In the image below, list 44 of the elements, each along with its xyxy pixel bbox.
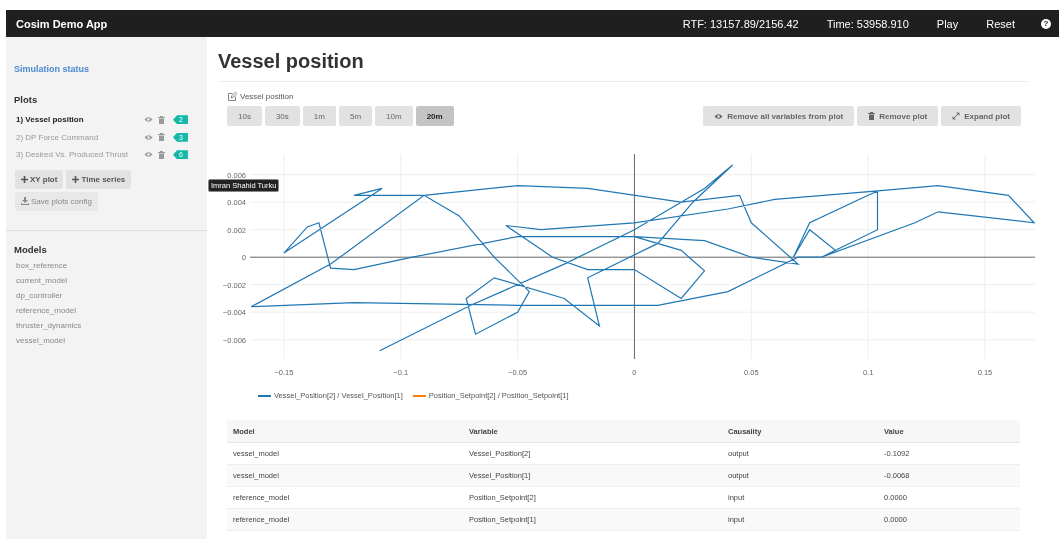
expand-icon: [952, 112, 961, 120]
eye-icon[interactable]: [144, 116, 153, 124]
model-item[interactable]: vessel_model: [6, 335, 207, 351]
time-range-button[interactable]: 5m: [338, 106, 373, 126]
model-item[interactable]: dp_controller: [6, 290, 207, 306]
time-readout: Time: 53958.910: [826, 17, 909, 30]
plot-name[interactable]: Vessel position: [240, 92, 294, 101]
plot-item[interactable]: 3) Desired Vs. Produced Thrust: [16, 150, 144, 160]
model-item[interactable]: reference_model: [6, 305, 207, 321]
time-range-button[interactable]: 20m: [415, 106, 454, 126]
nav-link[interactable]: Play: [936, 17, 959, 30]
model-item[interactable]: box_reference: [6, 260, 207, 276]
nav-link[interactable]: Reset: [986, 17, 1015, 30]
plot-item[interactable]: 2) DP Force Command: [16, 132, 144, 142]
trash-icon: [868, 112, 876, 120]
add-plot-button[interactable]: Time series: [66, 169, 132, 189]
plus-icon: [72, 175, 80, 183]
eye-icon[interactable]: [144, 133, 153, 141]
rtf-readout: RTF: 13157.89/2156.42: [682, 17, 799, 30]
time-range-button[interactable]: 10m: [375, 106, 413, 126]
edit-icon[interactable]: [228, 92, 237, 101]
add-plot-button[interactable]: XY plot: [15, 169, 64, 189]
plot-item[interactable]: 1) Vessel position: [16, 115, 144, 125]
trash-icon[interactable]: [158, 150, 165, 159]
model-item[interactable]: current_model: [6, 275, 207, 291]
time-range-button[interactable]: 1m: [302, 106, 336, 126]
plot-action-button[interactable]: Remove all variables from plot: [703, 106, 855, 126]
plot-action-button[interactable]: Expand plot: [941, 106, 1021, 126]
download-icon: [21, 197, 29, 205]
simulation-status-link[interactable]: Simulation status: [14, 64, 207, 74]
eye-icon[interactable]: [144, 151, 153, 159]
section-heading: Models: [14, 243, 48, 255]
trash-icon[interactable]: [158, 115, 165, 124]
plot-action-button[interactable]: Remove plot: [857, 106, 939, 126]
page-title: Vessel position: [218, 50, 1029, 82]
time-range-button[interactable]: 10s: [227, 106, 262, 126]
eye-icon: [714, 112, 724, 120]
model-item[interactable]: thruster_dynamics: [6, 320, 207, 336]
app-title: Cosim Demo App: [16, 17, 108, 30]
plus-icon: [21, 175, 28, 183]
help-icon[interactable]: ?: [1041, 18, 1051, 29]
time-range-button[interactable]: 30s: [264, 106, 300, 126]
section-heading: Plots: [14, 94, 39, 105]
trash-icon[interactable]: [158, 133, 165, 142]
